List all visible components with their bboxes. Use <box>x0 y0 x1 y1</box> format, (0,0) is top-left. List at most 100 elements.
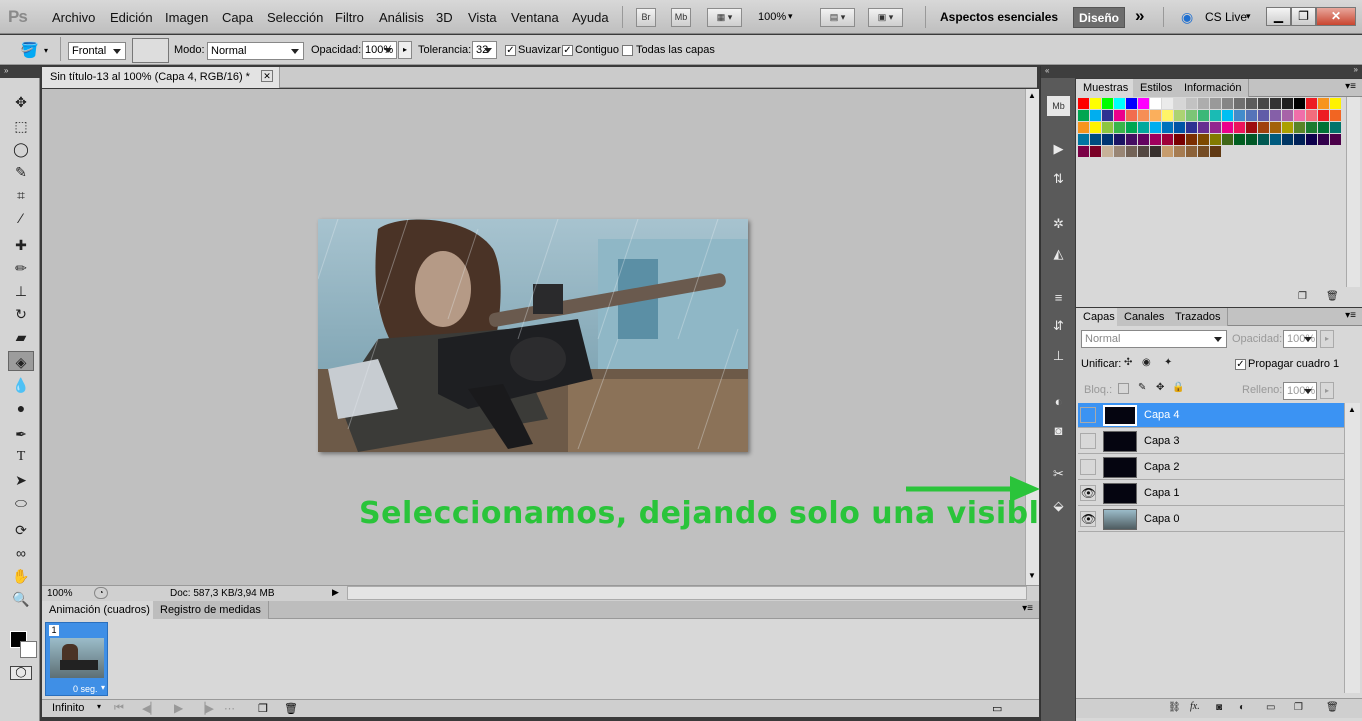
color-swatch[interactable] <box>1270 110 1281 121</box>
color-swatch[interactable] <box>1138 110 1149 121</box>
color-swatch[interactable] <box>1306 110 1317 121</box>
color-swatch[interactable] <box>1234 110 1245 121</box>
color-swatch[interactable] <box>1174 98 1185 109</box>
tab-measurement-log[interactable]: Registro de medidas <box>153 601 269 619</box>
visibility-toggle[interactable] <box>1080 433 1096 449</box>
color-swatch[interactable] <box>1318 134 1329 145</box>
cs-live-menu[interactable]: CS Live <box>1205 10 1247 24</box>
color-swatch[interactable] <box>1210 134 1221 145</box>
color-swatch[interactable] <box>1294 134 1305 145</box>
3d-rotate-tool-icon[interactable]: ⟳ <box>8 520 34 540</box>
color-swatch[interactable] <box>1198 98 1209 109</box>
color-swatch[interactable] <box>1198 122 1209 133</box>
layer-row[interactable]: 👁 Capa 0 <box>1078 507 1344 532</box>
color-swatch[interactable] <box>1150 146 1161 157</box>
color-swatch[interactable] <box>1282 122 1293 133</box>
color-swatch[interactable] <box>1186 110 1197 121</box>
tween-icon[interactable]: ⋯ <box>224 702 235 715</box>
adjustments-icon[interactable]: ◐ <box>1047 392 1070 412</box>
chevron-down-icon[interactable]: ▾ <box>1246 11 1251 22</box>
lock-pixels-icon[interactable]: ✎ <box>1138 382 1146 393</box>
arrange-documents-button[interactable]: ▤ ▾ <box>820 8 855 27</box>
actions-play-icon[interactable]: ▶ <box>1047 139 1070 159</box>
color-swatch[interactable] <box>1210 110 1221 121</box>
color-swatch[interactable] <box>1090 122 1101 133</box>
color-swatch[interactable] <box>1126 98 1137 109</box>
color-swatch[interactable] <box>1270 122 1281 133</box>
color-swatch[interactable] <box>1318 122 1329 133</box>
color-swatch[interactable] <box>1258 122 1269 133</box>
color-swatch[interactable] <box>1078 134 1089 145</box>
color-swatch[interactable] <box>1330 122 1341 133</box>
color-swatch[interactable] <box>1174 146 1185 157</box>
chevron-down-icon[interactable]: ▾ <box>44 46 48 55</box>
fill-source-select[interactable]: Frontal <box>68 42 126 60</box>
layer-row[interactable]: Capa 3 <box>1078 429 1344 454</box>
new-swatch-icon[interactable]: ❐ <box>1298 291 1307 302</box>
menu-analisis[interactable]: Análisis <box>379 10 424 25</box>
color-swatch[interactable] <box>1162 122 1173 133</box>
eyedropper-tool-icon[interactable]: ⁄ <box>8 208 34 228</box>
color-swatch[interactable] <box>1090 110 1101 121</box>
color-swatch[interactable] <box>1330 98 1341 109</box>
blend-mode-select[interactable]: Normal <box>1081 330 1227 348</box>
color-swatch[interactable] <box>1246 110 1257 121</box>
color-swatch[interactable] <box>1162 110 1173 121</box>
path-selection-tool-icon[interactable]: ➤ <box>8 470 34 490</box>
smooth-checkbox[interactable]: ✓ <box>505 45 516 56</box>
tab-animation[interactable]: Animación (cuadros) <box>42 601 158 619</box>
color-swatch[interactable] <box>1234 98 1245 109</box>
color-swatch[interactable] <box>1162 146 1173 157</box>
navigator-icon[interactable]: ✲ <box>1047 214 1070 234</box>
pattern-picker[interactable] <box>132 38 169 63</box>
menu-ayuda[interactable]: Ayuda <box>572 10 609 25</box>
color-swatch[interactable] <box>1150 122 1161 133</box>
convert-timeline-icon[interactable]: ▭ <box>992 702 1002 715</box>
opacity-field[interactable]: 100% <box>362 41 397 59</box>
color-swatch[interactable] <box>1102 146 1113 157</box>
restore-button[interactable]: ❐ <box>1291 7 1316 26</box>
collapse-icon[interactable]: « <box>1041 66 1076 78</box>
masks-icon[interactable]: ◙ <box>1047 421 1070 441</box>
add-mask-icon[interactable]: ◙ <box>1216 702 1222 713</box>
lock-position-icon[interactable]: ✥ <box>1156 382 1164 393</box>
color-swatch[interactable] <box>1102 110 1113 121</box>
color-swatch[interactable] <box>1114 122 1125 133</box>
unify-visibility-icon[interactable]: ◉ <box>1142 357 1151 368</box>
color-swatch[interactable] <box>1174 122 1185 133</box>
tolerance-field[interactable]: 32 <box>472 41 497 59</box>
history-icon[interactable]: ⇅ <box>1047 169 1070 189</box>
layer-opacity-field[interactable]: 100% <box>1283 330 1317 348</box>
color-swatch[interactable] <box>1150 134 1161 145</box>
brush-tool-icon[interactable]: ✏ <box>8 258 34 278</box>
color-swatch[interactable] <box>1198 110 1209 121</box>
color-swatch[interactable] <box>1294 98 1305 109</box>
color-swatch[interactable] <box>1294 110 1305 121</box>
status-menu-icon[interactable]: ▶ <box>332 587 339 598</box>
tab-paths[interactable]: Trazados <box>1168 308 1229 326</box>
color-swatch[interactable] <box>1078 110 1089 121</box>
tab-styles[interactable]: Estilos <box>1133 79 1181 97</box>
color-swatch[interactable] <box>1222 110 1233 121</box>
delete-icon[interactable]: 🗑 <box>1326 702 1339 713</box>
histogram-icon[interactable]: ◭ <box>1047 244 1070 264</box>
color-swatch[interactable] <box>1306 122 1317 133</box>
menu-vista[interactable]: Vista <box>468 10 497 25</box>
frame-delay[interactable]: 0 seg. <box>73 684 98 694</box>
color-swatch[interactable] <box>1330 134 1341 145</box>
tab-info[interactable]: Información <box>1177 79 1250 97</box>
menu-edicion[interactable]: Edición <box>110 10 153 25</box>
color-swatch[interactable] <box>1234 122 1245 133</box>
menu-ventana[interactable]: Ventana <box>511 10 559 25</box>
color-swatch[interactable] <box>1270 134 1281 145</box>
animation-frame[interactable]: 1 0 seg. ▾ <box>45 622 108 696</box>
color-swatch[interactable] <box>1210 146 1221 157</box>
color-swatch[interactable] <box>1222 134 1233 145</box>
color-swatch[interactable] <box>1174 110 1185 121</box>
visibility-toggle[interactable] <box>1080 459 1096 475</box>
panel-menu-icon[interactable]: ▾≡ <box>1022 603 1033 614</box>
lock-icon[interactable]: 🔒 <box>1172 382 1184 393</box>
mode-select[interactable]: Normal <box>207 42 304 60</box>
color-swatch[interactable] <box>1150 110 1161 121</box>
clone-stamp-tool-icon[interactable]: ⊥ <box>8 281 34 301</box>
